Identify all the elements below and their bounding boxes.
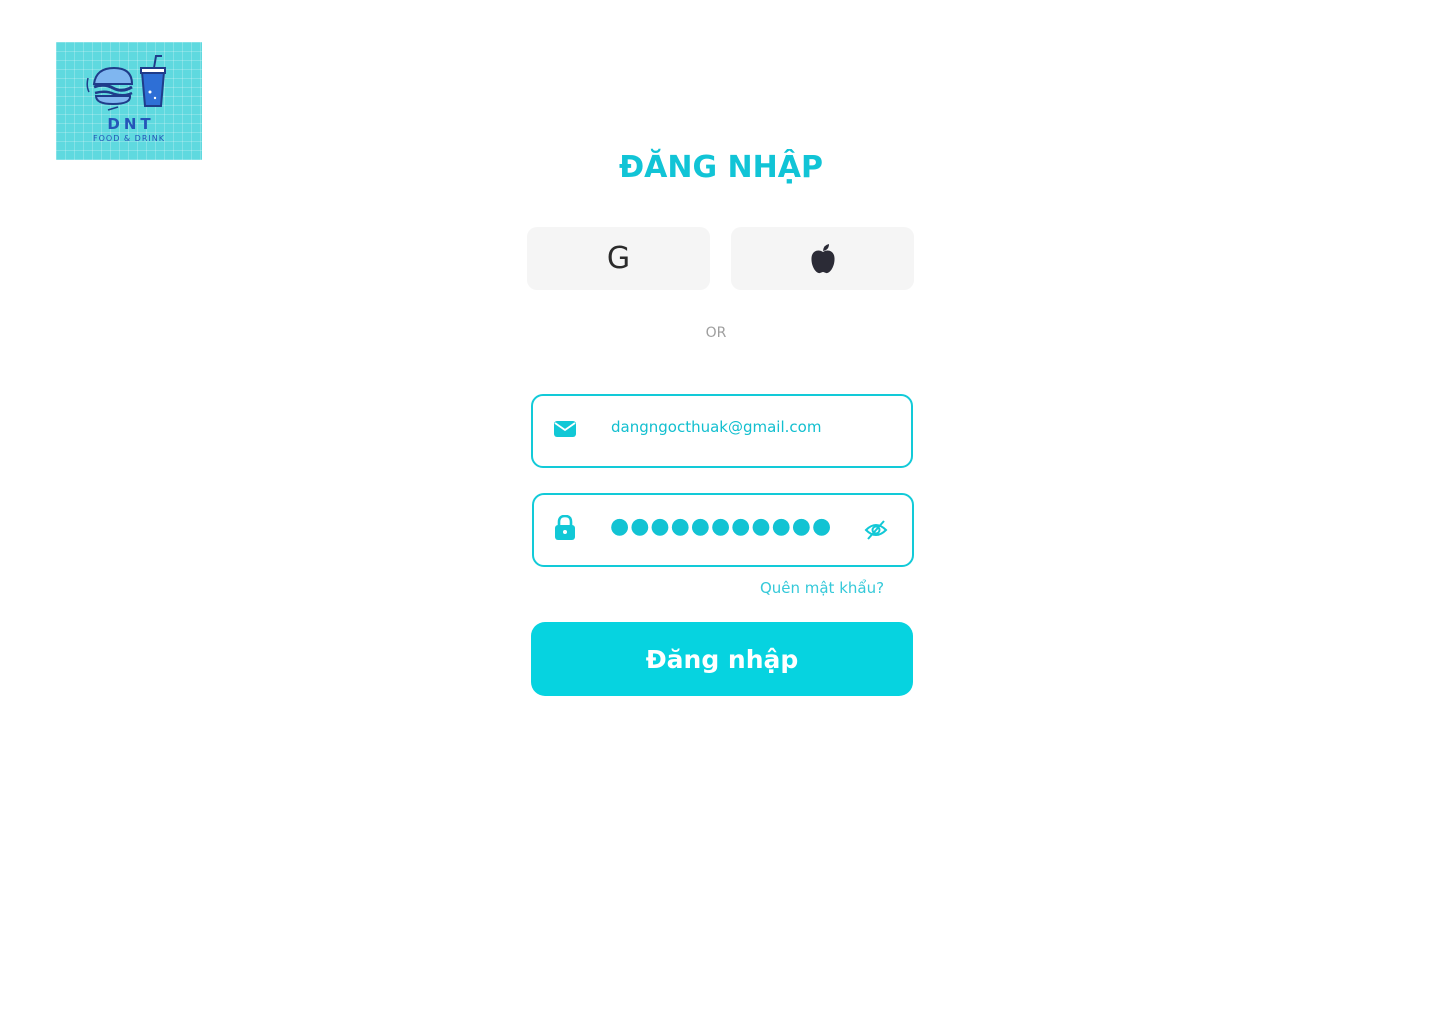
brand-name: DNT xyxy=(107,115,155,133)
email-field[interactable]: dangngocthuak@gmail.com xyxy=(531,394,913,468)
email-value: dangngocthuak@gmail.com xyxy=(611,418,822,436)
page-title: ĐĂNG NHẬP xyxy=(619,150,823,185)
apple-login-button[interactable] xyxy=(731,227,914,290)
google-login-button[interactable]: G xyxy=(527,227,710,290)
envelope-icon xyxy=(554,421,576,437)
lock-icon xyxy=(555,515,575,540)
eye-slash-icon[interactable] xyxy=(864,519,888,541)
forgot-password-link[interactable]: Quên mật khẩu? xyxy=(742,579,902,597)
login-button[interactable]: Đăng nhập xyxy=(531,622,913,696)
brand-logo: DNT FOOD & DRINK xyxy=(56,42,202,160)
password-field[interactable]: ●●●●●●●●●●● xyxy=(532,493,914,567)
google-icon: G xyxy=(606,241,631,276)
or-divider: OR xyxy=(705,325,727,341)
brand-tagline: FOOD & DRINK xyxy=(93,134,165,143)
apple-icon xyxy=(810,243,835,273)
password-masked-value: ●●●●●●●●●●● xyxy=(610,514,833,539)
burger-and-drink-icon xyxy=(86,55,166,111)
